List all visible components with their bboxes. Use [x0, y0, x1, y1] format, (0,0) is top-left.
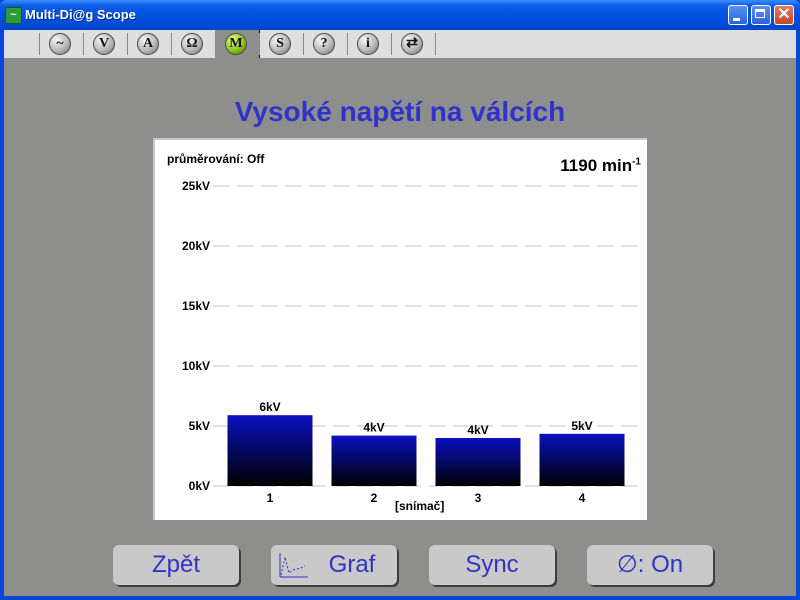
x-axis-label: [snímač]: [395, 499, 445, 513]
main-panel: Vysoké napětí na válcích průměrování: Of…: [4, 58, 796, 596]
voltage-icon: V: [93, 33, 115, 55]
close-button[interactable]: ✕: [774, 5, 794, 25]
m-icon: M: [225, 33, 247, 55]
y-tick-label: 5kV: [189, 419, 210, 433]
y-tick-label: 20kV: [182, 239, 210, 253]
phase-toggle-button[interactable]: ∅: On: [587, 545, 713, 585]
x-tick-label: 2: [371, 491, 378, 505]
sine-wave-icon: ~: [49, 33, 71, 55]
toolbar-separator: [259, 33, 260, 55]
chart-plot: 0kV 5kV 10kV 15kV 20kV 25kV 6kV 1 4kV 2 4kV 3 5kV 4: [182, 179, 639, 505]
toolbar-button-help[interactable]: ?: [303, 30, 347, 58]
toolbar-button-s[interactable]: S: [259, 30, 303, 58]
ohm-icon: Ω: [181, 33, 203, 55]
x-tick-label: 4: [579, 491, 586, 505]
toolbar-button-info[interactable]: i: [347, 30, 391, 58]
toolbar-separator: [171, 33, 172, 55]
bar-4: [539, 433, 625, 486]
bar-value-label: 6kV: [259, 400, 280, 414]
toolbar-separator: [39, 33, 40, 55]
app-window: ~ Multi-Di@g Scope ✕ ~ V A Ω M S? i ⇄ Vysoké na…: [0, 0, 800, 600]
window-title: Multi-Di@g Scope: [25, 7, 136, 22]
back-button-label: Zpět: [151, 551, 201, 578]
ampere-icon: A: [137, 33, 159, 55]
s-icon: S: [269, 33, 291, 55]
y-tick-label: 25kV: [182, 179, 210, 193]
minimize-button[interactable]: [728, 5, 748, 25]
phase-toggle-label: ∅: On: [616, 551, 684, 578]
toolbar-separator: [215, 33, 216, 55]
bar-value-label: 4kV: [363, 421, 384, 435]
toolbar: ~ V A Ω M S? i ⇄: [4, 30, 796, 58]
toolbar-button-voltage[interactable]: V: [83, 30, 127, 58]
y-tick-label: 15kV: [182, 299, 210, 313]
graph-button-label: Graf: [328, 551, 376, 578]
y-tick-label: 10kV: [182, 359, 210, 373]
toolbar-separator: [83, 33, 84, 55]
maximize-button[interactable]: [751, 5, 771, 25]
switch-window-icon: ⇄: [401, 33, 423, 55]
back-button[interactable]: Zpět: [113, 545, 239, 585]
toolbar-separator: [435, 33, 436, 55]
sync-button[interactable]: Sync: [429, 545, 555, 585]
page-title: Vysoké napětí na válcích: [234, 96, 566, 127]
bar-value-label: 4kV: [467, 423, 488, 437]
help-icon: ?: [313, 33, 335, 55]
toolbar-separator: [127, 33, 128, 55]
app-icon: ~: [5, 7, 22, 24]
toolbar-button-ohm[interactable]: Ω: [171, 30, 215, 58]
sync-button-label: Sync: [465, 551, 519, 578]
graph-button[interactable]: Graf: [271, 545, 397, 585]
bar-value-label: 5kV: [571, 419, 592, 433]
toolbar-button-switch-window[interactable]: ⇄: [391, 30, 435, 58]
bar-3: [435, 438, 521, 486]
info-icon: i: [357, 33, 379, 55]
toolbar-separator: [347, 33, 348, 55]
bar-1: [227, 415, 313, 486]
toolbar-separator: [303, 33, 304, 55]
x-tick-label: 1: [267, 491, 274, 505]
y-tick-label: 0kV: [189, 479, 210, 493]
toolbar-button-ampere[interactable]: A: [127, 30, 171, 58]
toolbar-button-m[interactable]: M: [215, 30, 260, 58]
bar-chart: průměrování: Off 1190 min-1 0kV 5kV 10kV 15…: [153, 138, 647, 520]
toolbar-separator: [391, 33, 392, 55]
x-tick-label: 3: [475, 491, 482, 505]
toolbar-button-sine-wave[interactable]: ~: [39, 30, 83, 58]
bar-2: [331, 435, 417, 486]
close-icon: ✕: [777, 6, 791, 23]
title-bar[interactable]: ~ Multi-Di@g Scope ✕: [0, 0, 800, 30]
graph-icon: [279, 553, 308, 578]
